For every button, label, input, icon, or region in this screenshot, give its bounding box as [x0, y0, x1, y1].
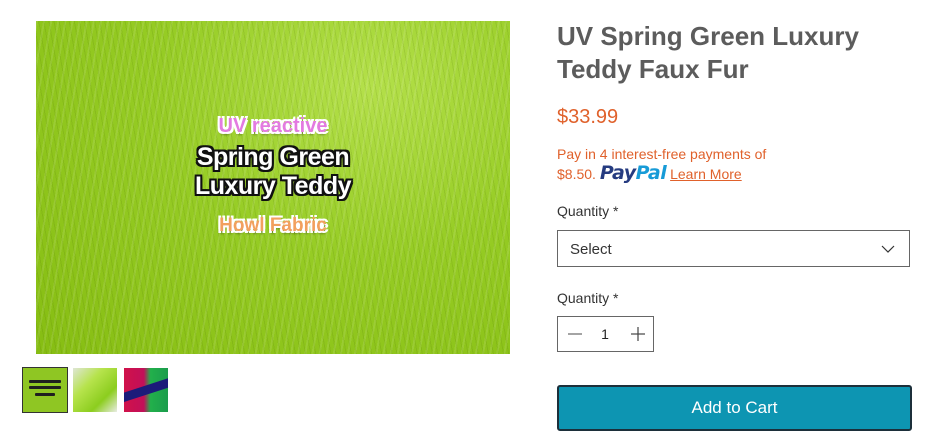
quantity-value[interactable]: 1	[596, 326, 614, 342]
quantity-stepper-label: Quantity *	[557, 290, 619, 306]
paypal-logo-pay: Pay	[599, 162, 636, 184]
image-overlay-line1: Spring Green	[196, 143, 350, 171]
thumbnail-1[interactable]	[22, 367, 68, 413]
product-title: UV Spring Green Luxury Teddy Faux Fur	[557, 21, 859, 84]
paypal-logo-pal: Pal	[635, 162, 667, 184]
image-overlay-line2: Luxury Teddy	[194, 172, 352, 200]
quantity-select-value: Select	[570, 241, 612, 258]
main-product-image: UV reactive Spring Green Luxury Teddy Ho…	[36, 21, 510, 354]
thumbnail-2[interactable]	[73, 368, 117, 412]
quantity-select-label: Quantity *	[557, 203, 619, 219]
chevron-down-icon	[881, 245, 895, 253]
minus-icon[interactable]	[566, 325, 584, 343]
thumbnail-3[interactable]	[124, 368, 168, 412]
image-overlay-uv: UV reactive	[218, 115, 328, 137]
quantity-stepper: 1	[557, 316, 654, 352]
installment-text: Pay in 4 interest-free payments of	[557, 146, 767, 162]
quantity-select[interactable]: Select	[557, 230, 910, 267]
plus-icon[interactable]	[629, 325, 647, 343]
installment-amount: $8.50.	[557, 166, 596, 182]
image-overlay-brand: Howl Fabric	[219, 215, 327, 236]
paypal-logo: PayPal	[599, 162, 667, 184]
product-price: $33.99	[557, 106, 619, 128]
learn-more-link[interactable]: Learn More	[670, 166, 742, 182]
add-to-cart-button[interactable]: Add to Cart	[557, 385, 912, 431]
paypal-installments: Pay in 4 interest-free payments of $8.50…	[557, 145, 817, 184]
